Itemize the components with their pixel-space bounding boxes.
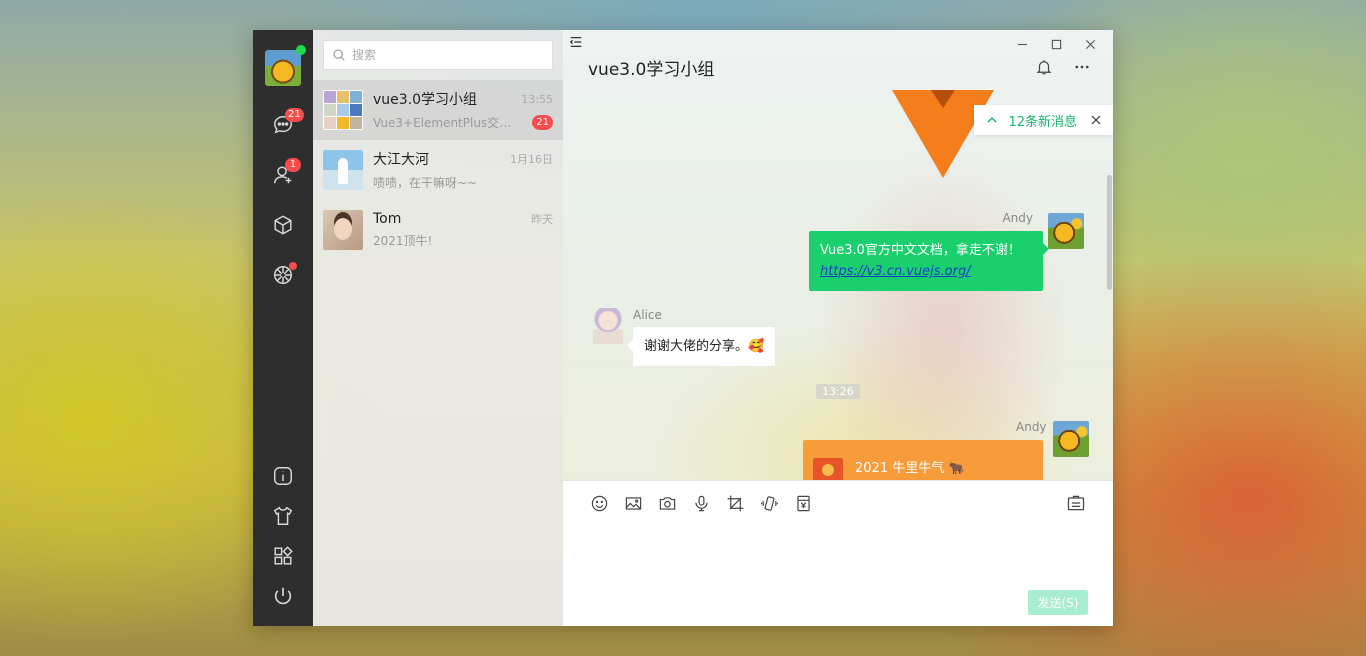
session-name: Tom <box>373 211 401 227</box>
online-status-dot <box>296 45 306 55</box>
camera-icon <box>658 494 677 513</box>
my-avatar[interactable] <box>265 50 301 86</box>
session-preview: Vue3+ElementPlus交流… <box>373 114 523 131</box>
session-item-vue-group[interactable]: vue3.0学习小组 13:55 Vue3+ElementPlus交流… 21 <box>313 80 563 140</box>
apps-icon <box>272 545 294 567</box>
maximize-button[interactable] <box>1039 34 1073 54</box>
nav-apps[interactable] <box>253 536 313 576</box>
close-button[interactable] <box>1073 34 1107 54</box>
group-avatar <box>323 90 363 130</box>
close-icon <box>1085 39 1096 50</box>
briefcase-icon <box>1066 493 1086 513</box>
header-actions <box>1035 58 1091 76</box>
redpacket-icon <box>794 494 813 513</box>
shirt-icon <box>272 505 294 527</box>
message-alice: Alice 谢谢大佬的分享。🥰 <box>593 308 623 344</box>
sender-avatar[interactable] <box>1053 421 1089 457</box>
contact-avatar <box>323 150 363 190</box>
red-packet-button[interactable] <box>793 493 813 513</box>
nav-skin[interactable] <box>253 496 313 536</box>
message-text: Vue3.0官方中文文档，拿走不谢！ <box>820 240 1032 261</box>
history-button[interactable] <box>1066 493 1086 517</box>
time-divider: 13:26 <box>816 384 860 399</box>
session-time: 1月16日 <box>510 151 553 167</box>
session-name: vue3.0学习小组 <box>373 89 477 109</box>
chat-header: vue3.0学习小组 <box>563 30 1113 90</box>
session-time: 昨天 <box>531 211 553 227</box>
chat-badge: 21 <box>285 108 304 122</box>
contact-avatar <box>323 210 363 250</box>
nav-contacts[interactable]: 1 <box>253 150 313 200</box>
dismiss-icon[interactable] <box>1091 115 1101 125</box>
more-icon[interactable] <box>1073 58 1091 76</box>
minimize-icon <box>1017 39 1028 50</box>
red-packet-title: 2021 牛里牛气 🐂 <box>855 457 965 476</box>
sender-name: Andy <box>1016 420 1047 434</box>
session-list-panel: vue3.0学习小组 13:55 Vue3+ElementPlus交流… 21 … <box>313 30 563 626</box>
image-button[interactable] <box>623 493 643 513</box>
message-composer: 发送(S) <box>563 480 1113 626</box>
search-icon <box>332 48 346 62</box>
camera-button[interactable] <box>657 493 677 513</box>
image-icon <box>624 494 643 513</box>
shake-icon <box>760 494 779 513</box>
nav-logout[interactable] <box>253 576 313 616</box>
new-messages-notice[interactable]: 12条新消息 <box>974 105 1113 135</box>
session-list: vue3.0学习小组 13:55 Vue3+ElementPlus交流… 21 … <box>313 80 563 260</box>
chat-scrollbar[interactable] <box>1107 175 1112 290</box>
message-link[interactable]: https://v3.cn.vuejs.org/ <box>820 264 971 279</box>
emoji-button[interactable] <box>589 493 609 513</box>
info-icon <box>272 465 294 487</box>
chat-window: 21 1 <box>253 30 1113 626</box>
nav-chat[interactable]: 21 <box>253 100 313 150</box>
search-input[interactable] <box>352 48 532 62</box>
maximize-icon <box>1051 39 1062 50</box>
crop-button[interactable] <box>725 493 745 513</box>
mic-icon <box>692 494 711 513</box>
sender-name: Alice <box>633 308 662 322</box>
send-button[interactable]: 发送(S) <box>1028 590 1088 615</box>
minimize-button[interactable] <box>1005 34 1039 54</box>
message-input[interactable] <box>589 525 1079 583</box>
moments-red-dot <box>289 262 297 270</box>
sender-avatar[interactable] <box>593 308 623 344</box>
bell-icon[interactable] <box>1035 58 1053 76</box>
message-bubble: Vue3.0官方中文文档，拿走不谢！ https://v3.cn.vuejs.o… <box>809 231 1043 291</box>
power-icon <box>272 585 294 607</box>
session-time: 13:55 <box>521 93 553 106</box>
message-bubble: 谢谢大佬的分享。🥰 <box>633 327 775 366</box>
unread-badge: 21 <box>532 115 553 130</box>
emoji-icon <box>590 494 609 513</box>
shake-button[interactable] <box>759 493 779 513</box>
session-preview: 2021顶牛! <box>373 232 523 249</box>
composer-toolbar <box>563 481 1113 513</box>
sender-avatar[interactable] <box>1048 213 1084 249</box>
search-box[interactable] <box>323 40 553 70</box>
session-name: 大江大河 <box>373 149 429 169</box>
chat-panel: vue3.0学习小组 12条新消息 Andy Vue3.0官方中文文档，拿走不谢… <box>563 30 1113 626</box>
crop-icon <box>726 494 745 513</box>
cube-icon <box>272 214 294 236</box>
chat-title: vue3.0学习小组 <box>588 55 714 80</box>
nav-info[interactable] <box>253 456 313 496</box>
session-item-tom[interactable]: Tom 昨天 2021顶牛! <box>313 200 563 260</box>
message-text: 谢谢大佬的分享。🥰 <box>644 339 764 354</box>
contacts-badge: 1 <box>285 158 301 172</box>
collapse-menu-icon[interactable] <box>569 35 583 49</box>
nav-collections[interactable] <box>253 200 313 250</box>
session-item-dajiang[interactable]: 大江大河 1月16日 啧啧，在干嘛呀~~ <box>313 140 563 200</box>
new-messages-label: 12条新消息 <box>1008 111 1077 130</box>
sidebar-nav: 21 1 <box>253 30 313 626</box>
chevron-up-icon <box>986 114 998 126</box>
session-preview: 啧啧，在干嘛呀~~ <box>373 174 523 191</box>
window-controls <box>1005 34 1107 54</box>
nav-moments[interactable] <box>253 250 313 300</box>
sender-name: Andy <box>1002 211 1033 225</box>
voice-button[interactable] <box>691 493 711 513</box>
